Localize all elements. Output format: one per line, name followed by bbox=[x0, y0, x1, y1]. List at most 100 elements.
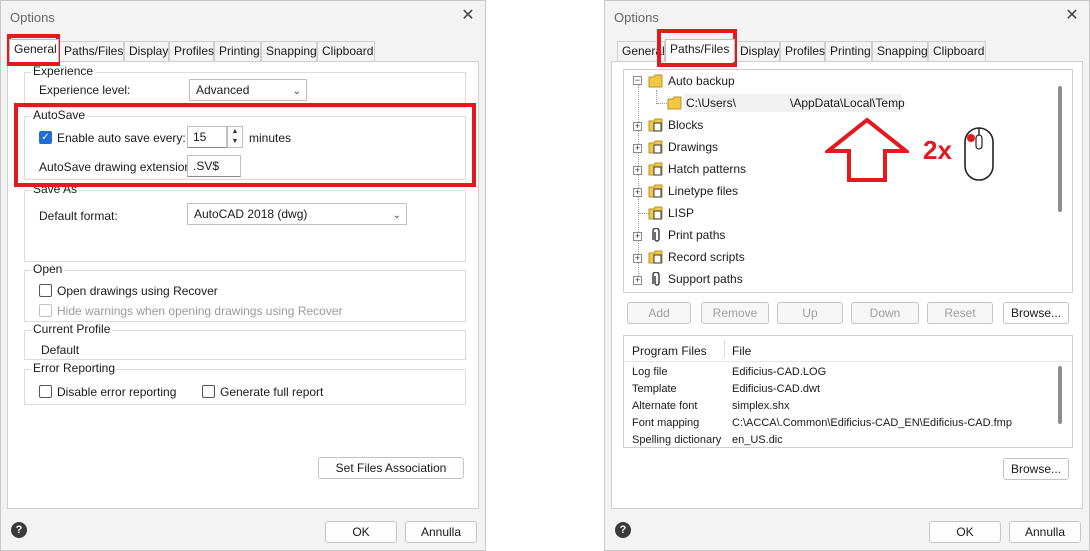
experience-level-select[interactable]: Advanced ⌄ bbox=[189, 79, 307, 101]
tree-item-record-scripts[interactable]: Record scripts bbox=[668, 250, 745, 264]
table-row[interactable]: Alternate font simplex.shx bbox=[624, 398, 1044, 415]
disable-error-reporting-label: Disable error reporting bbox=[57, 385, 177, 399]
expand-icon[interactable]: + bbox=[633, 254, 642, 263]
folder-files-icon bbox=[648, 118, 663, 132]
open-group: Open Open drawings using Recover Hide wa… bbox=[24, 262, 466, 322]
table-row[interactable]: Template Edificius-CAD.dwt bbox=[624, 381, 1044, 398]
tree-item-support-paths[interactable]: Support paths bbox=[668, 272, 743, 286]
folder-files-icon bbox=[648, 250, 663, 264]
tree-line bbox=[657, 103, 667, 104]
remove-button[interactable]: Remove bbox=[701, 302, 769, 324]
current-profile-group-title: Current Profile bbox=[31, 322, 113, 336]
column-header-file[interactable]: File bbox=[732, 344, 751, 358]
title-bar: Options ✕ bbox=[1, 1, 485, 33]
browse-program-file-button[interactable]: Browse... bbox=[1003, 458, 1069, 480]
expand-icon[interactable]: + bbox=[633, 144, 642, 153]
default-format-select[interactable]: AutoCAD 2018 (dwg) ⌄ bbox=[187, 203, 407, 225]
help-icon[interactable]: ? bbox=[615, 522, 631, 538]
highlight-autosave-group bbox=[14, 103, 476, 187]
options-dialog-general: Options ✕ General Paths/Files Display Pr… bbox=[0, 0, 486, 551]
browse-button[interactable]: Browse... bbox=[1003, 302, 1069, 324]
up-button[interactable]: Up bbox=[777, 302, 843, 324]
tab-snapping[interactable]: Snapping bbox=[872, 41, 928, 61]
tree-item-hatch-patterns[interactable]: Hatch patterns bbox=[668, 162, 746, 176]
tab-clipboard[interactable]: Clipboard bbox=[928, 41, 986, 61]
row-value: en_US.dic bbox=[732, 434, 783, 446]
tab-profiles[interactable]: Profiles bbox=[169, 41, 214, 61]
tab-clipboard[interactable]: Clipboard bbox=[317, 41, 375, 61]
expand-icon[interactable]: + bbox=[633, 122, 642, 131]
open-recover-checkbox[interactable] bbox=[39, 284, 52, 297]
experience-level-value: Advanced bbox=[196, 83, 250, 97]
tree-item-linetype-files[interactable]: Linetype files bbox=[668, 184, 738, 198]
double-click-label: 2x bbox=[923, 135, 952, 165]
folder-files-icon bbox=[648, 162, 663, 176]
full-report-label: Generate full report bbox=[220, 385, 324, 399]
tab-profiles[interactable]: Profiles bbox=[780, 41, 825, 61]
help-icon[interactable]: ? bbox=[11, 522, 27, 538]
mouse-icon bbox=[964, 127, 994, 181]
down-button[interactable]: Down bbox=[851, 302, 919, 324]
disable-error-reporting-checkbox[interactable] bbox=[39, 385, 52, 398]
expand-icon[interactable]: + bbox=[633, 276, 642, 285]
add-button[interactable]: Add bbox=[627, 302, 691, 324]
options-dialog-paths: Options ✕ General Paths/Files Display Pr… bbox=[604, 0, 1090, 551]
tab-paths-files[interactable]: Paths/Files bbox=[59, 41, 124, 61]
tab-display[interactable]: Display bbox=[124, 41, 169, 61]
table-row[interactable]: Font mapping C:\ACCA\.Common\Edificius-C… bbox=[624, 415, 1044, 432]
ok-button[interactable]: OK bbox=[325, 521, 397, 543]
row-name: Log file bbox=[632, 366, 668, 378]
hide-warnings-checkbox[interactable] bbox=[39, 304, 52, 317]
collapse-icon[interactable]: − bbox=[633, 76, 642, 85]
folder-icon bbox=[667, 96, 682, 110]
table-row[interactable]: Spelling dictionary en_US.dic bbox=[624, 432, 1044, 447]
close-icon[interactable]: ✕ bbox=[1063, 7, 1081, 25]
tree-item-drawings[interactable]: Drawings bbox=[668, 140, 718, 154]
tree-scrollbar[interactable] bbox=[1058, 86, 1062, 212]
set-files-association-button[interactable]: Set Files Association bbox=[318, 457, 464, 479]
tree-line bbox=[656, 90, 657, 104]
folder-files-icon bbox=[648, 140, 663, 154]
experience-group-title: Experience bbox=[31, 64, 96, 78]
folder-files-icon bbox=[648, 184, 663, 198]
row-name: Font mapping bbox=[632, 417, 700, 429]
chevron-down-icon: ⌄ bbox=[292, 86, 301, 97]
full-report-checkbox[interactable] bbox=[202, 385, 215, 398]
tree-item-auto-backup[interactable]: Auto backup bbox=[668, 74, 735, 88]
current-profile-group: Current Profile Default bbox=[24, 322, 466, 360]
tab-general[interactable]: General bbox=[9, 39, 59, 62]
tab-printing[interactable]: Printing bbox=[214, 41, 261, 61]
error-reporting-group-title: Error Reporting bbox=[31, 361, 118, 375]
row-value: Edificius-CAD.LOG bbox=[732, 366, 827, 378]
ok-button[interactable]: OK bbox=[929, 521, 1001, 543]
hide-warnings-label: Hide warnings when opening drawings usin… bbox=[57, 304, 343, 318]
expand-icon[interactable]: + bbox=[633, 166, 642, 175]
table-row[interactable]: Log file Edificius-CAD.LOG bbox=[624, 364, 1044, 381]
tree-item-blocks[interactable]: Blocks bbox=[668, 118, 703, 132]
tab-display[interactable]: Display bbox=[735, 41, 780, 61]
row-name: Spelling dictionary bbox=[632, 434, 722, 446]
cancel-button[interactable]: Annulla bbox=[405, 521, 477, 543]
tab-snapping[interactable]: Snapping bbox=[261, 41, 317, 61]
save-as-group: Save As Default format: AutoCAD 2018 (dw… bbox=[24, 182, 466, 262]
reset-button[interactable]: Reset bbox=[927, 302, 993, 324]
expand-icon[interactable]: + bbox=[633, 232, 642, 241]
open-group-title: Open bbox=[31, 262, 65, 276]
expand-icon[interactable]: + bbox=[633, 188, 642, 197]
error-reporting-group: Error Reporting Disable error reporting … bbox=[24, 361, 466, 405]
tab-paths-files[interactable]: Paths/Files bbox=[665, 39, 735, 62]
close-icon[interactable]: ✕ bbox=[459, 7, 477, 25]
dialog-title: Options bbox=[10, 10, 55, 25]
auto-backup-path-row[interactable]: C:\Users\ \AppData\Local\Temp bbox=[684, 94, 905, 112]
column-divider bbox=[724, 340, 725, 358]
folder-icon bbox=[648, 74, 663, 88]
tab-printing[interactable]: Printing bbox=[825, 41, 872, 61]
row-name: Alternate font bbox=[632, 400, 698, 412]
row-value: Edificius-CAD.dwt bbox=[732, 383, 821, 395]
tree-item-print-paths[interactable]: Print paths bbox=[668, 228, 725, 242]
cancel-button[interactable]: Annulla bbox=[1009, 521, 1081, 543]
list-scrollbar[interactable] bbox=[1058, 366, 1062, 424]
column-header-program-files[interactable]: Program Files bbox=[632, 344, 707, 358]
tree-item-lisp[interactable]: LISP bbox=[668, 206, 694, 220]
program-files-list[interactable]: Program Files File Log file Edificius-CA… bbox=[623, 335, 1073, 448]
